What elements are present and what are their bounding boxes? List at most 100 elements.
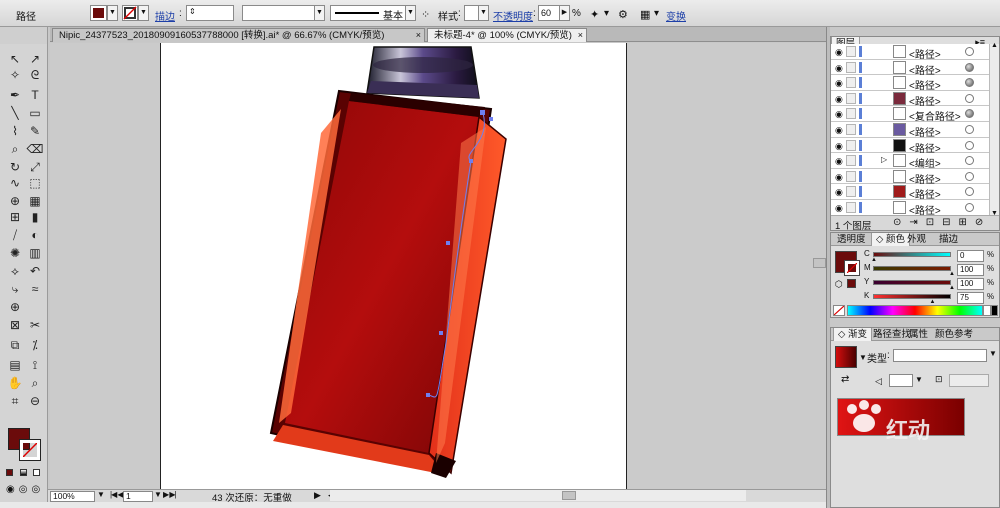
channel-slider[interactable]: ▲: [873, 294, 951, 305]
live-paint-selection-icon[interactable]: ≈: [26, 280, 44, 298]
column-graph-tool-icon[interactable]: ▥: [26, 244, 44, 262]
eraser-tool-icon[interactable]: ⌫: [26, 140, 44, 158]
target-icon[interactable]: [965, 125, 974, 134]
lock-toggle[interactable]: [846, 202, 856, 213]
recolor-icon[interactable]: ✦: [590, 8, 599, 21]
angle-input[interactable]: [889, 374, 913, 387]
color-mode-buttons[interactable]: [6, 468, 41, 478]
blob-brush-tool-icon[interactable]: ⌕: [6, 140, 24, 158]
drawing-modes-icon[interactable]: ◉◎◎: [6, 484, 44, 495]
artboard-number-input[interactable]: 1: [123, 491, 153, 502]
lock-toggle[interactable]: [846, 46, 856, 57]
target-icon[interactable]: [965, 156, 974, 166]
channel-slider[interactable]: ▲: [873, 266, 955, 277]
tab-color-panel[interactable]: 外观: [903, 233, 930, 246]
layer-row[interactable]: ◉ ▷ <编组>: [831, 153, 989, 170]
warp-tool-icon[interactable]: ∿: [6, 174, 24, 192]
line-tool-icon[interactable]: ╲: [6, 104, 24, 122]
aspect-ratio-input[interactable]: [949, 374, 989, 387]
target-icon[interactable]: [965, 62, 974, 72]
symbol-tool-icon[interactable]: ▤: [6, 356, 24, 374]
fill-swap-icon[interactable]: ↶: [26, 262, 44, 280]
eyedropper-tool-icon[interactable]: ⧸: [6, 226, 24, 244]
target-icon[interactable]: [965, 109, 974, 119]
target-icon[interactable]: [965, 93, 974, 103]
tab-color-panel[interactable]: 透明度: [833, 233, 870, 246]
layer-row[interactable]: ◉ <路径>: [831, 184, 989, 201]
gradient-tool-icon[interactable]: ▮: [26, 208, 44, 226]
lock-toggle[interactable]: [846, 108, 856, 120]
symbol-sprayer-tool-icon[interactable]: ✺: [6, 244, 24, 262]
transform-link[interactable]: 变换: [666, 8, 686, 23]
artboard-tool-icon[interactable]: ⧉: [6, 336, 24, 354]
expand-arrow-icon[interactable]: ▷: [881, 155, 887, 164]
slider-thumb[interactable]: ▲: [930, 299, 936, 305]
slice-tool-icon[interactable]: ⊠: [6, 316, 24, 334]
lasso-tool-icon[interactable]: ᘓ: [26, 66, 44, 84]
fill-dropdown[interactable]: ▼: [107, 5, 118, 21]
layer-row[interactable]: ◉ <路径>: [831, 91, 989, 108]
rectangle-tool-icon[interactable]: ▭: [26, 104, 44, 122]
opacity-arrow[interactable]: ▶: [559, 5, 570, 21]
lock-toggle[interactable]: [846, 186, 856, 198]
magic-wand-tool-icon[interactable]: ✧: [6, 66, 24, 84]
channel-value-input[interactable]: 75: [957, 292, 984, 304]
visibility-eye-icon[interactable]: ◉: [835, 156, 843, 167]
layer-row[interactable]: ◉ <路径>: [831, 75, 989, 92]
tab-color-panel[interactable]: 描边: [935, 233, 962, 246]
visibility-eye-icon[interactable]: ◉: [835, 172, 843, 183]
tab-gradient-panel[interactable]: ◇ 渐变: [833, 328, 872, 341]
pen-tool-icon[interactable]: ✒: [6, 86, 24, 104]
channel-value-input[interactable]: 0: [957, 250, 984, 262]
blend-tool-icon[interactable]: ◐: [26, 226, 44, 244]
horizontal-scrollbar[interactable]: [330, 490, 746, 501]
toolbar-stroke-swatch[interactable]: [19, 439, 41, 461]
layer-row[interactable]: ◉ <路径>: [831, 122, 989, 139]
lock-toggle[interactable]: [846, 92, 856, 104]
crop-area-tool-icon[interactable]: ⊕: [6, 298, 24, 316]
select-same-icon[interactable]: ⟟: [26, 356, 44, 374]
live-paint-tool-icon[interactable]: ⤷: [6, 280, 24, 298]
zoom-select[interactable]: 100%: [50, 491, 95, 502]
close-tab-icon[interactable]: ×: [416, 29, 421, 42]
align-icon[interactable]: ⁘: [421, 8, 430, 21]
target-icon[interactable]: [965, 203, 974, 212]
reverse-gradient-icon[interactable]: ⇄: [841, 374, 849, 385]
visibility-eye-icon[interactable]: ◉: [835, 203, 843, 214]
visibility-eye-icon[interactable]: ◉: [835, 141, 843, 152]
visibility-eye-icon[interactable]: ◉: [835, 63, 843, 74]
visibility-eye-icon[interactable]: ◉: [835, 187, 843, 198]
tab-gradient-panel[interactable]: 颜色参考: [931, 328, 977, 341]
target-icon[interactable]: [965, 140, 974, 150]
layer-row[interactable]: ◉ <复合路径>: [831, 106, 989, 123]
knife-tool-icon[interactable]: ⁒: [26, 336, 44, 354]
gradient-type-select[interactable]: [893, 349, 987, 362]
layer-row[interactable]: ◉ <路径>: [831, 60, 989, 77]
type-tool-icon[interactable]: T: [26, 86, 44, 104]
gradient-preview-bar[interactable]: 红动: [837, 398, 965, 443]
layers-footer-icons[interactable]: ⊙⇥⊡⊟⊞⊘: [893, 217, 991, 228]
lock-toggle[interactable]: [846, 77, 856, 89]
target-icon[interactable]: [965, 171, 974, 181]
target-icon[interactable]: [965, 187, 974, 197]
reference-point-icon[interactable]: ▦: [640, 8, 650, 21]
paintbrush-tool-icon[interactable]: ⌇: [6, 122, 24, 140]
lock-toggle[interactable]: [846, 124, 856, 135]
brush-definition-select[interactable]: 基本: [330, 5, 415, 22]
stroke-color-swatch[interactable]: [844, 260, 860, 276]
visibility-eye-icon[interactable]: ◉: [835, 78, 843, 89]
opacity-link[interactable]: 不透明度: [493, 8, 533, 23]
lock-toggle[interactable]: [846, 139, 856, 151]
lock-toggle[interactable]: [846, 61, 856, 73]
document-tab[interactable]: Nipic_24377523_20180909160537788000 [转换]…: [52, 28, 425, 42]
perfume-bottle-artwork[interactable]: [161, 43, 628, 489]
gradient-swatch[interactable]: [835, 346, 857, 368]
fill-swatch[interactable]: [90, 5, 107, 21]
visibility-eye-icon[interactable]: ◉: [835, 125, 843, 136]
slider-thumb[interactable]: ▲: [949, 285, 955, 291]
close-tab-icon[interactable]: ×: [578, 29, 583, 42]
visibility-eye-icon[interactable]: ◉: [835, 47, 843, 58]
scroll-thumb[interactable]: [562, 491, 576, 500]
document-tab[interactable]: 未标题-4* @ 100% (CMYK/预览) ×: [427, 28, 587, 42]
vertical-scroll-thumb[interactable]: [813, 258, 826, 268]
